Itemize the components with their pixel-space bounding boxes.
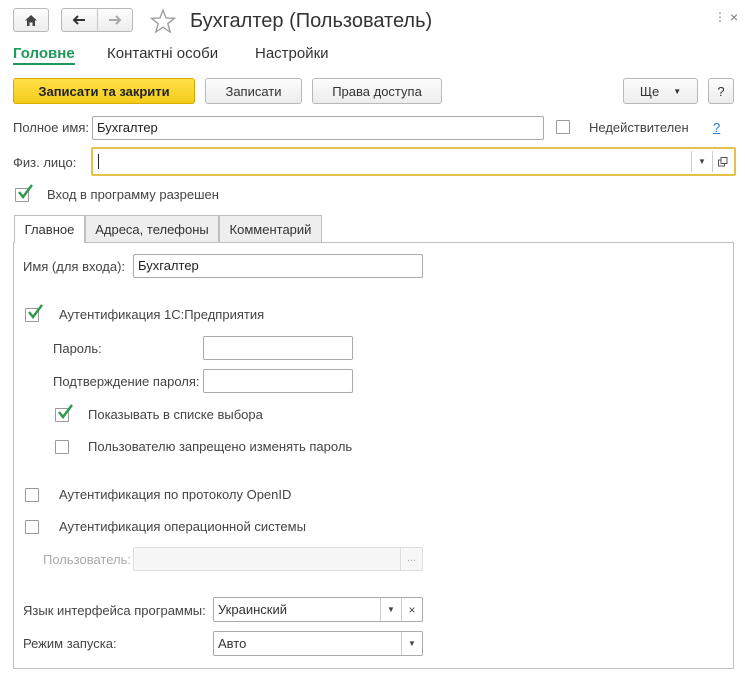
interface-lang-field[interactable]: Украинский ▼ × [213,597,423,622]
interface-lang-dropdown-button[interactable]: ▼ [380,598,401,621]
back-button[interactable] [62,9,98,31]
chevron-down-icon: ▼ [698,157,706,166]
password-field[interactable] [203,336,353,360]
close-icon[interactable]: × [730,9,738,25]
home-button[interactable] [13,8,49,32]
favorite-star-button[interactable] [149,8,177,34]
arrow-left-icon [72,15,86,25]
chevron-down-icon: ▼ [673,86,682,96]
auth-openid-checkbox[interactable] [25,488,39,502]
os-user-field: ... [133,547,423,571]
access-rights-button[interactable]: Права доступа [312,78,442,104]
checkmark-icon [28,304,43,319]
help-button[interactable]: ? [708,78,734,104]
login-allowed-checkbox[interactable] [15,184,33,202]
full-name-label: Полное имя: [13,120,89,135]
os-user-select-button: ... [400,548,422,570]
open-window-icon [718,156,728,166]
inactive-help-link[interactable]: ? [713,120,720,135]
nav-tab-settings[interactable]: Настройки [255,45,329,62]
nav-tab-contacts[interactable]: Контактні особи [107,45,218,62]
person-field-cursor [98,154,99,169]
arrow-right-icon [108,15,122,25]
launch-mode-value: Авто [218,636,247,651]
inactive-checkbox[interactable] [556,120,570,134]
show-in-list-checkbox[interactable] [55,404,73,422]
password-confirm-label: Подтверждение пароля: [53,374,200,389]
inner-tab-addresses[interactable]: Адреса, телефоны [85,215,219,242]
person-field[interactable]: ▼ [91,147,736,176]
auth-1c-checkbox[interactable] [25,304,43,322]
menu-dots-icon[interactable]: ⋮ [714,10,726,24]
auth-os-checkbox[interactable] [25,520,39,534]
star-icon [149,8,177,34]
full-name-field[interactable]: Бухгалтер [92,116,544,140]
person-label: Физ. лицо: [13,155,77,170]
more-button[interactable]: Ще ▼ [623,78,698,104]
login-name-label: Имя (для входа): [23,259,126,274]
person-dropdown-button[interactable]: ▼ [691,151,712,172]
inner-tab-main[interactable]: Главное [14,215,85,243]
person-open-button[interactable] [712,151,733,172]
forbid-change-password-checkbox[interactable] [55,440,69,454]
checkmark-icon [58,404,73,419]
launch-mode-dropdown-button[interactable]: ▼ [401,632,422,655]
checkmark-icon [18,184,33,199]
nav-tab-main[interactable]: Головне [13,45,75,65]
login-name-field[interactable]: Бухгалтер [133,254,423,278]
show-in-list-label: Показывать в списке выбора [88,407,263,422]
more-label: Ще [639,83,660,99]
save-and-close-button[interactable]: Записати та закрити [13,78,195,104]
auth-1c-label: Аутентификация 1С:Предприятия [59,307,265,322]
os-user-label: Пользователь: [43,552,131,567]
launch-mode-field[interactable]: Авто ▼ [213,631,423,656]
password-confirm-field[interactable] [203,369,353,393]
chevron-down-icon: ▼ [408,639,416,648]
clear-x-icon: × [408,602,416,617]
interface-lang-label: Язык интерфейса программы: [23,603,206,618]
auth-os-label: Аутентификация операционной системы [59,519,306,534]
password-label: Пароль: [53,341,102,356]
inactive-label: Недействителен [589,120,689,135]
auth-openid-label: Аутентификация по протоколу OpenID [59,487,292,502]
inner-tab-comment[interactable]: Комментарий [219,215,322,242]
forbid-change-password-label: Пользователю запрещено изменять пароль [88,439,353,454]
login-allowed-label: Вход в программу разрешен [47,187,219,202]
save-button[interactable]: Записати [205,78,302,104]
home-icon [25,14,37,26]
history-nav [61,8,133,32]
chevron-down-icon: ▼ [387,605,395,614]
launch-mode-label: Режим запуска: [23,636,117,651]
window-title: Бухгалтер (Пользователь) [190,10,433,32]
forward-button[interactable] [98,9,133,31]
interface-lang-clear-button[interactable]: × [401,598,422,621]
interface-lang-value: Украинский [218,602,287,617]
